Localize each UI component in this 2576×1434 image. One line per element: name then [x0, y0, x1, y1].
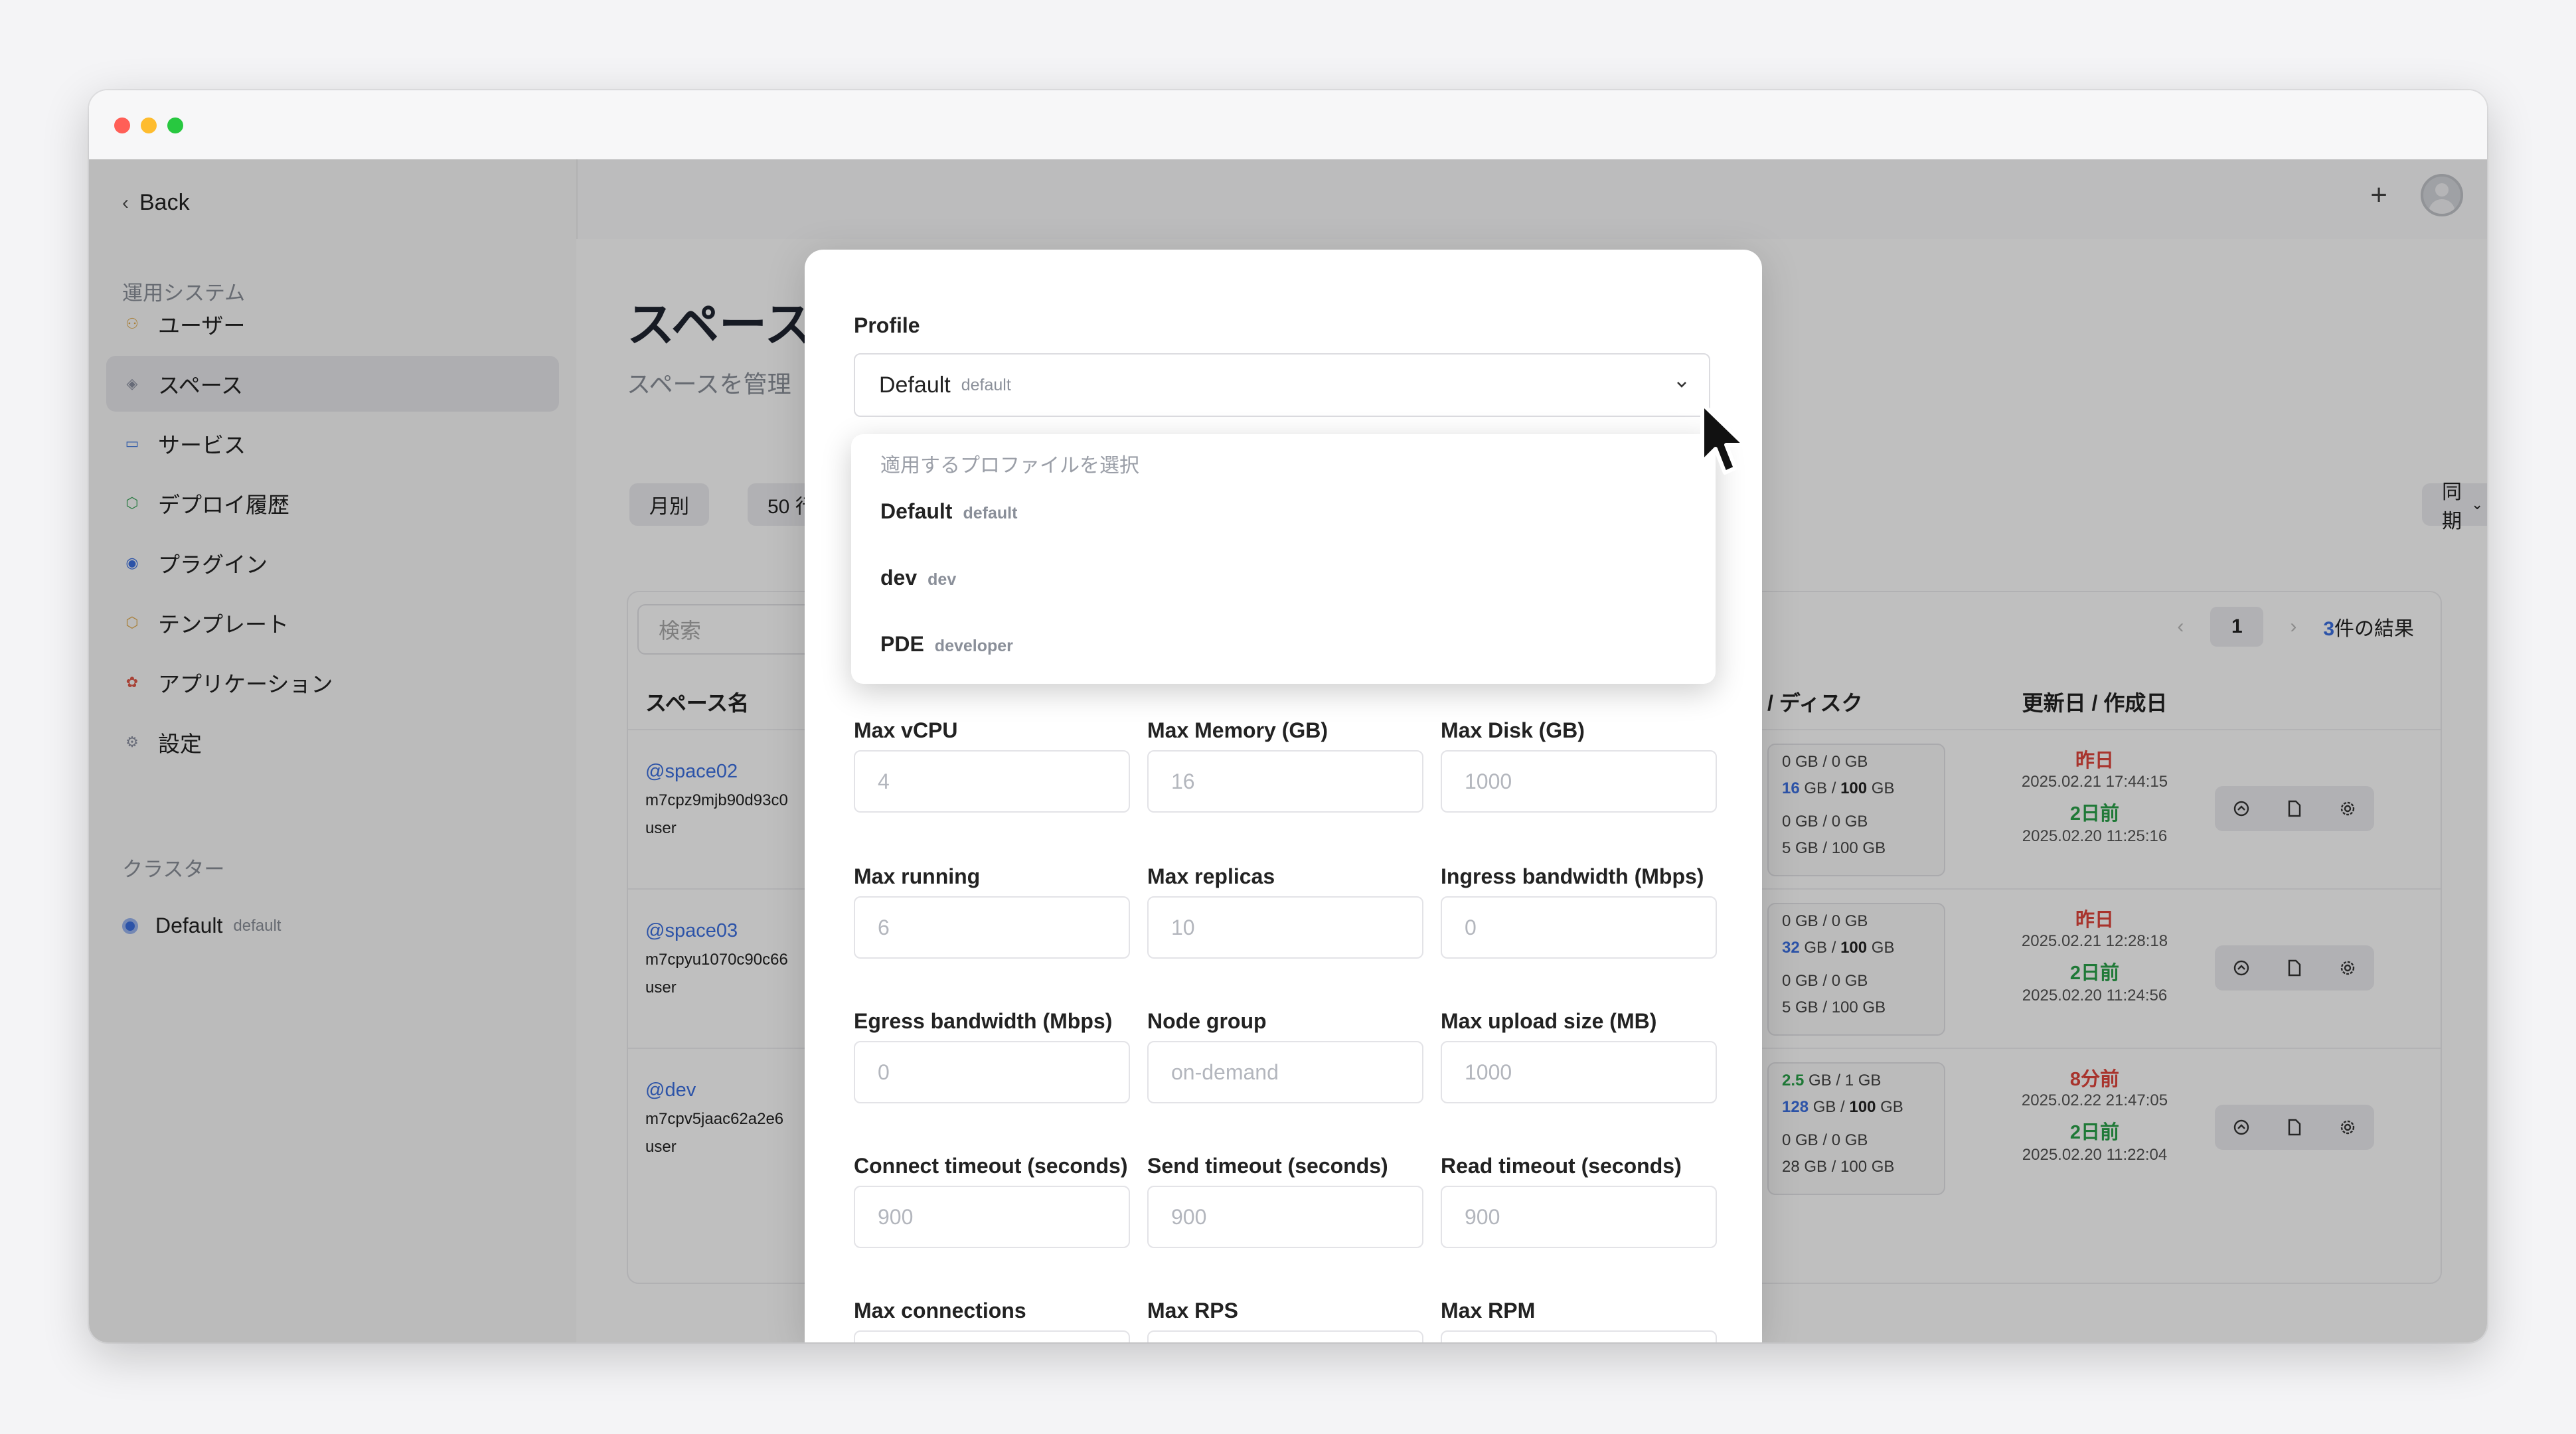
profile-option-default[interactable]: Default default [880, 499, 1017, 524]
field-label: Max connections [854, 1299, 1026, 1322]
field-label: Ingress bandwidth (Mbps) [1441, 864, 1704, 888]
field-label: Max Disk (GB) [1441, 718, 1585, 742]
field-label: Max RPS [1147, 1299, 1238, 1322]
option-tag: default [963, 504, 1018, 522]
dropdown-hint: 適用するプロファイルを選択 [880, 455, 1139, 477]
profile-label: Profile [854, 313, 920, 337]
max-disk-input[interactable]: 1000 [1441, 750, 1717, 813]
field-label: Send timeout (seconds) [1147, 1154, 1388, 1178]
max-connections-input[interactable] [854, 1330, 1130, 1342]
profile-option-dev[interactable]: dev dev [880, 566, 956, 590]
field-label: Max replicas [1147, 864, 1275, 888]
field-label: Read timeout (seconds) [1441, 1154, 1682, 1178]
mouse-pointer-icon [1700, 402, 1747, 475]
profile-dropdown-menu: 適用するプロファイルを選択 Default default dev dev PD… [851, 434, 1716, 684]
max-memory-input[interactable]: 16 [1147, 750, 1423, 813]
connect-timeout-input[interactable]: 900 [854, 1186, 1130, 1248]
app-window: ‹ Back 運用システム ⚇ ユーザー ◈ スペース ▭ サービス ⬡ デプロ… [89, 90, 2487, 1342]
field-label: Node group [1147, 1009, 1267, 1033]
field-label: Connect timeout (seconds) [854, 1154, 1128, 1178]
profile-select-tag: default [961, 375, 1011, 394]
profile-select[interactable]: Default default [854, 353, 1710, 417]
field-label: Egress bandwidth (Mbps) [854, 1009, 1113, 1033]
max-rpm-input[interactable] [1441, 1330, 1717, 1342]
field-label: Max Memory (GB) [1147, 718, 1328, 742]
send-timeout-input[interactable]: 900 [1147, 1186, 1423, 1248]
option-label: dev [880, 566, 918, 590]
chevron-down-icon [1677, 382, 1686, 388]
profile-select-value: Default [879, 372, 951, 398]
max-vcpu-input[interactable]: 4 [854, 750, 1130, 813]
option-label: Default [880, 499, 953, 523]
egress-bandwidth-input[interactable]: 0 [854, 1041, 1130, 1103]
minimize-window-button[interactable] [141, 118, 157, 133]
profile-option-pde[interactable]: PDE developer [880, 632, 1013, 657]
option-label: PDE [880, 632, 924, 656]
node-group-input[interactable]: on-demand [1147, 1041, 1423, 1103]
field-label: Max upload size (MB) [1441, 1009, 1657, 1033]
maximize-window-button[interactable] [167, 118, 183, 133]
read-timeout-input[interactable]: 900 [1441, 1186, 1717, 1248]
max-rps-input[interactable] [1147, 1330, 1423, 1342]
field-label: Max vCPU [854, 718, 958, 742]
max-running-input[interactable]: 6 [854, 896, 1130, 959]
ingress-bandwidth-input[interactable]: 0 [1441, 896, 1717, 959]
option-tag: developer [934, 637, 1013, 655]
field-label: Max RPM [1441, 1299, 1536, 1322]
max-replicas-input[interactable]: 10 [1147, 896, 1423, 959]
profile-limits-dialog: Profile Default default Max vCPU Max Mem… [805, 250, 1762, 1342]
max-upload-size-input[interactable]: 1000 [1441, 1041, 1717, 1103]
field-label: Max running [854, 864, 981, 888]
title-bar [89, 90, 2487, 161]
close-window-button[interactable] [114, 118, 130, 133]
option-tag: dev [927, 570, 957, 589]
